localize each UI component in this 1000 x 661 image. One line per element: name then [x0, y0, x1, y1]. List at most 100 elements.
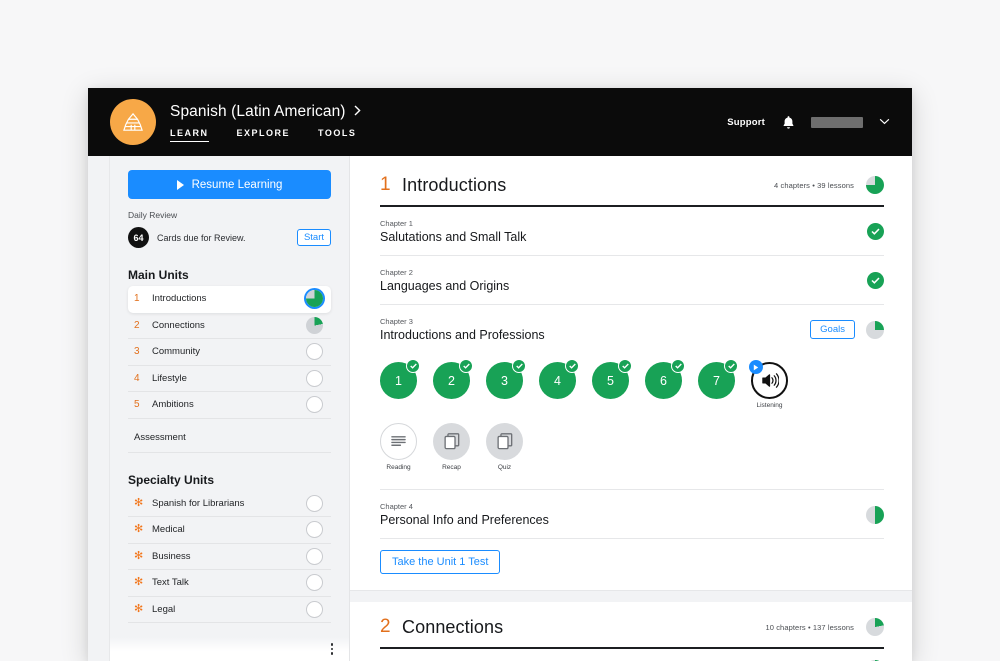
sidebar-item-unit-5[interactable]: 5 Ambitions	[128, 392, 331, 419]
daily-review-heading: Daily Review	[128, 210, 178, 220]
course-title-row[interactable]: Spanish (Latin American)	[170, 103, 361, 121]
chapter-row[interactable]: Chapter 1 Salutations and Small Talk	[380, 207, 884, 256]
course-title: Spanish (Latin American)	[170, 102, 346, 120]
activity-reading[interactable]: Reading	[380, 423, 417, 471]
unit-1-meta: 4 chapters • 39 lessons	[774, 180, 854, 190]
unit-number: 5	[134, 399, 140, 411]
chapter-title: Languages and Origins	[380, 279, 510, 293]
listening-lesson: Listening	[749, 360, 788, 409]
lesson-number: 6	[660, 373, 667, 388]
unit-label: Connections	[152, 319, 205, 331]
sidebar-item-specialty[interactable]: ✻ Text Talk	[128, 570, 331, 597]
activity-label: Recap	[442, 464, 461, 471]
sidebar-item-specialty[interactable]: ✻ Spanish for Librarians	[128, 491, 331, 517]
nav-item-learn[interactable]: LEARN	[170, 128, 209, 142]
sidebar-item-specialty[interactable]: ✻ Business	[128, 544, 331, 570]
lesson-circle[interactable]: 1	[380, 359, 420, 399]
sidebar-scroll-area[interactable]: Resume Learning Daily Review 64 Cards du…	[110, 156, 349, 661]
lesson-circle[interactable]: 6	[645, 359, 685, 399]
nav-item-tools[interactable]: TOOLS	[318, 128, 356, 142]
page-root: Spanish (Latin American) LEARN EXPLORE T…	[0, 0, 1000, 661]
play-icon[interactable]	[749, 360, 763, 374]
activity-recap[interactable]: Recap	[433, 423, 470, 471]
unit-number: 3	[134, 346, 140, 358]
unit-label: Lifestyle	[152, 372, 187, 384]
daily-review-text: Cards due for Review.	[157, 232, 246, 243]
goals-button[interactable]: Goals	[810, 320, 855, 339]
unit-1-header: 1 Introductions 4 chapters • 39 lessons	[380, 174, 884, 207]
pyramid-icon[interactable]	[110, 99, 156, 145]
unit-1-number: 1	[380, 174, 391, 195]
chapter-complete-icon	[867, 223, 884, 240]
main-content: 1 Introductions 4 chapters • 39 lessons …	[350, 156, 912, 661]
lesson-complete-icon	[512, 359, 526, 373]
app-body: Resume Learning Daily Review 64 Cards du…	[88, 156, 912, 661]
chapter-title: Personal Info and Preferences	[380, 513, 549, 527]
main-units-heading: Main Units	[128, 268, 189, 282]
chapter-row[interactable]: Chapter 4 Personal Info and Preferences	[380, 489, 884, 539]
sidebar-footer	[110, 637, 349, 661]
unit-label: Community	[152, 346, 201, 358]
chapter-label: Chapter 3	[380, 317, 413, 326]
kebab-menu-icon[interactable]	[330, 643, 333, 655]
unit-1-section: 1 Introductions 4 chapters • 39 lessons …	[350, 156, 912, 590]
daily-review-count-badge: 64	[128, 227, 149, 248]
daily-review-row: 64 Cards due for Review. Start	[128, 227, 331, 248]
chapter-progress-pie	[866, 505, 884, 524]
lesson-complete-icon	[671, 359, 685, 373]
listening-circle[interactable]	[749, 360, 788, 399]
lesson-complete-icon	[565, 359, 579, 373]
unit-2-number: 2	[380, 616, 391, 637]
chapter-label: Chapter 1	[380, 219, 413, 228]
resume-learning-button[interactable]: Resume Learning	[128, 170, 331, 199]
sidebar-item-specialty[interactable]: ✻ Legal	[128, 597, 331, 623]
sidebar-item-unit-1[interactable]: 1 Introductions	[128, 286, 331, 313]
specialty-units-list: ✻ Spanish for Librarians ✻ Medical ✻ Business…	[128, 491, 331, 623]
nav-item-explore[interactable]: EXPLORE	[237, 128, 291, 142]
unit-progress-pie	[306, 316, 323, 334]
brand-block: Spanish (Latin American) LEARN EXPLORE T…	[170, 103, 361, 142]
lesson-circle[interactable]: 4	[539, 359, 579, 399]
specialty-unit-label: Legal	[152, 603, 176, 615]
sidebar-item-specialty[interactable]: ✻ Medical	[128, 517, 331, 544]
daily-review-start-button[interactable]: Start	[296, 229, 331, 246]
sidebar-item-assessment[interactable]: Assessment	[128, 419, 331, 453]
lesson-complete-icon	[724, 359, 738, 373]
star-icon: ✻	[134, 523, 144, 536]
unit-number: 4	[134, 372, 140, 384]
lesson-circle[interactable]: 2	[433, 359, 473, 399]
lesson-number: 4	[554, 373, 561, 388]
unit-progress-pie	[306, 290, 323, 308]
top-bar: Spanish (Latin American) LEARN EXPLORE T…	[88, 88, 912, 156]
unit-progress-pie	[306, 369, 323, 387]
top-bar-actions: Support	[727, 114, 890, 130]
lesson-circle[interactable]: 5	[592, 359, 632, 399]
sidebar-item-unit-2[interactable]: 2 Connections	[128, 313, 331, 339]
chevron-down-icon[interactable]	[879, 117, 890, 128]
lesson-circle[interactable]: 7	[698, 359, 738, 399]
activity-quiz[interactable]: Quiz	[486, 423, 523, 471]
sidebar-item-unit-3[interactable]: 3 Community	[128, 339, 331, 366]
chapter-row[interactable]: Chapter 2 Languages and Origins	[380, 256, 884, 305]
book-icon	[486, 423, 523, 460]
specialty-unit-label: Text Talk	[152, 577, 189, 589]
unit-progress-pie	[306, 521, 323, 539]
unit-progress-pie	[306, 343, 323, 361]
book-icon	[433, 423, 470, 460]
support-link[interactable]: Support	[727, 117, 765, 128]
sidebar-item-unit-4[interactable]: 4 Lifestyle	[128, 366, 331, 392]
unit-label: Introductions	[152, 293, 207, 305]
bell-icon[interactable]	[781, 114, 795, 130]
chapter-row[interactable]: Chapter 3 Introductions and Professions …	[380, 305, 884, 353]
lesson-circle[interactable]: 3	[486, 359, 526, 399]
specialty-unit-label: Business	[152, 550, 191, 562]
lesson-number: 3	[501, 373, 508, 388]
chapter-row[interactable]: Chapter 1	[380, 649, 884, 661]
unit-progress-pie	[306, 574, 323, 592]
take-unit-test-button[interactable]: Take the Unit 1 Test	[380, 550, 501, 574]
user-name-redacted[interactable]	[811, 116, 863, 128]
specialty-units-heading: Specialty Units	[128, 472, 215, 487]
chapter-title: Salutations and Small Talk	[380, 230, 527, 244]
chapter-label: Chapter 2	[380, 268, 413, 277]
top-nav: LEARN EXPLORE TOOLS	[170, 128, 361, 142]
